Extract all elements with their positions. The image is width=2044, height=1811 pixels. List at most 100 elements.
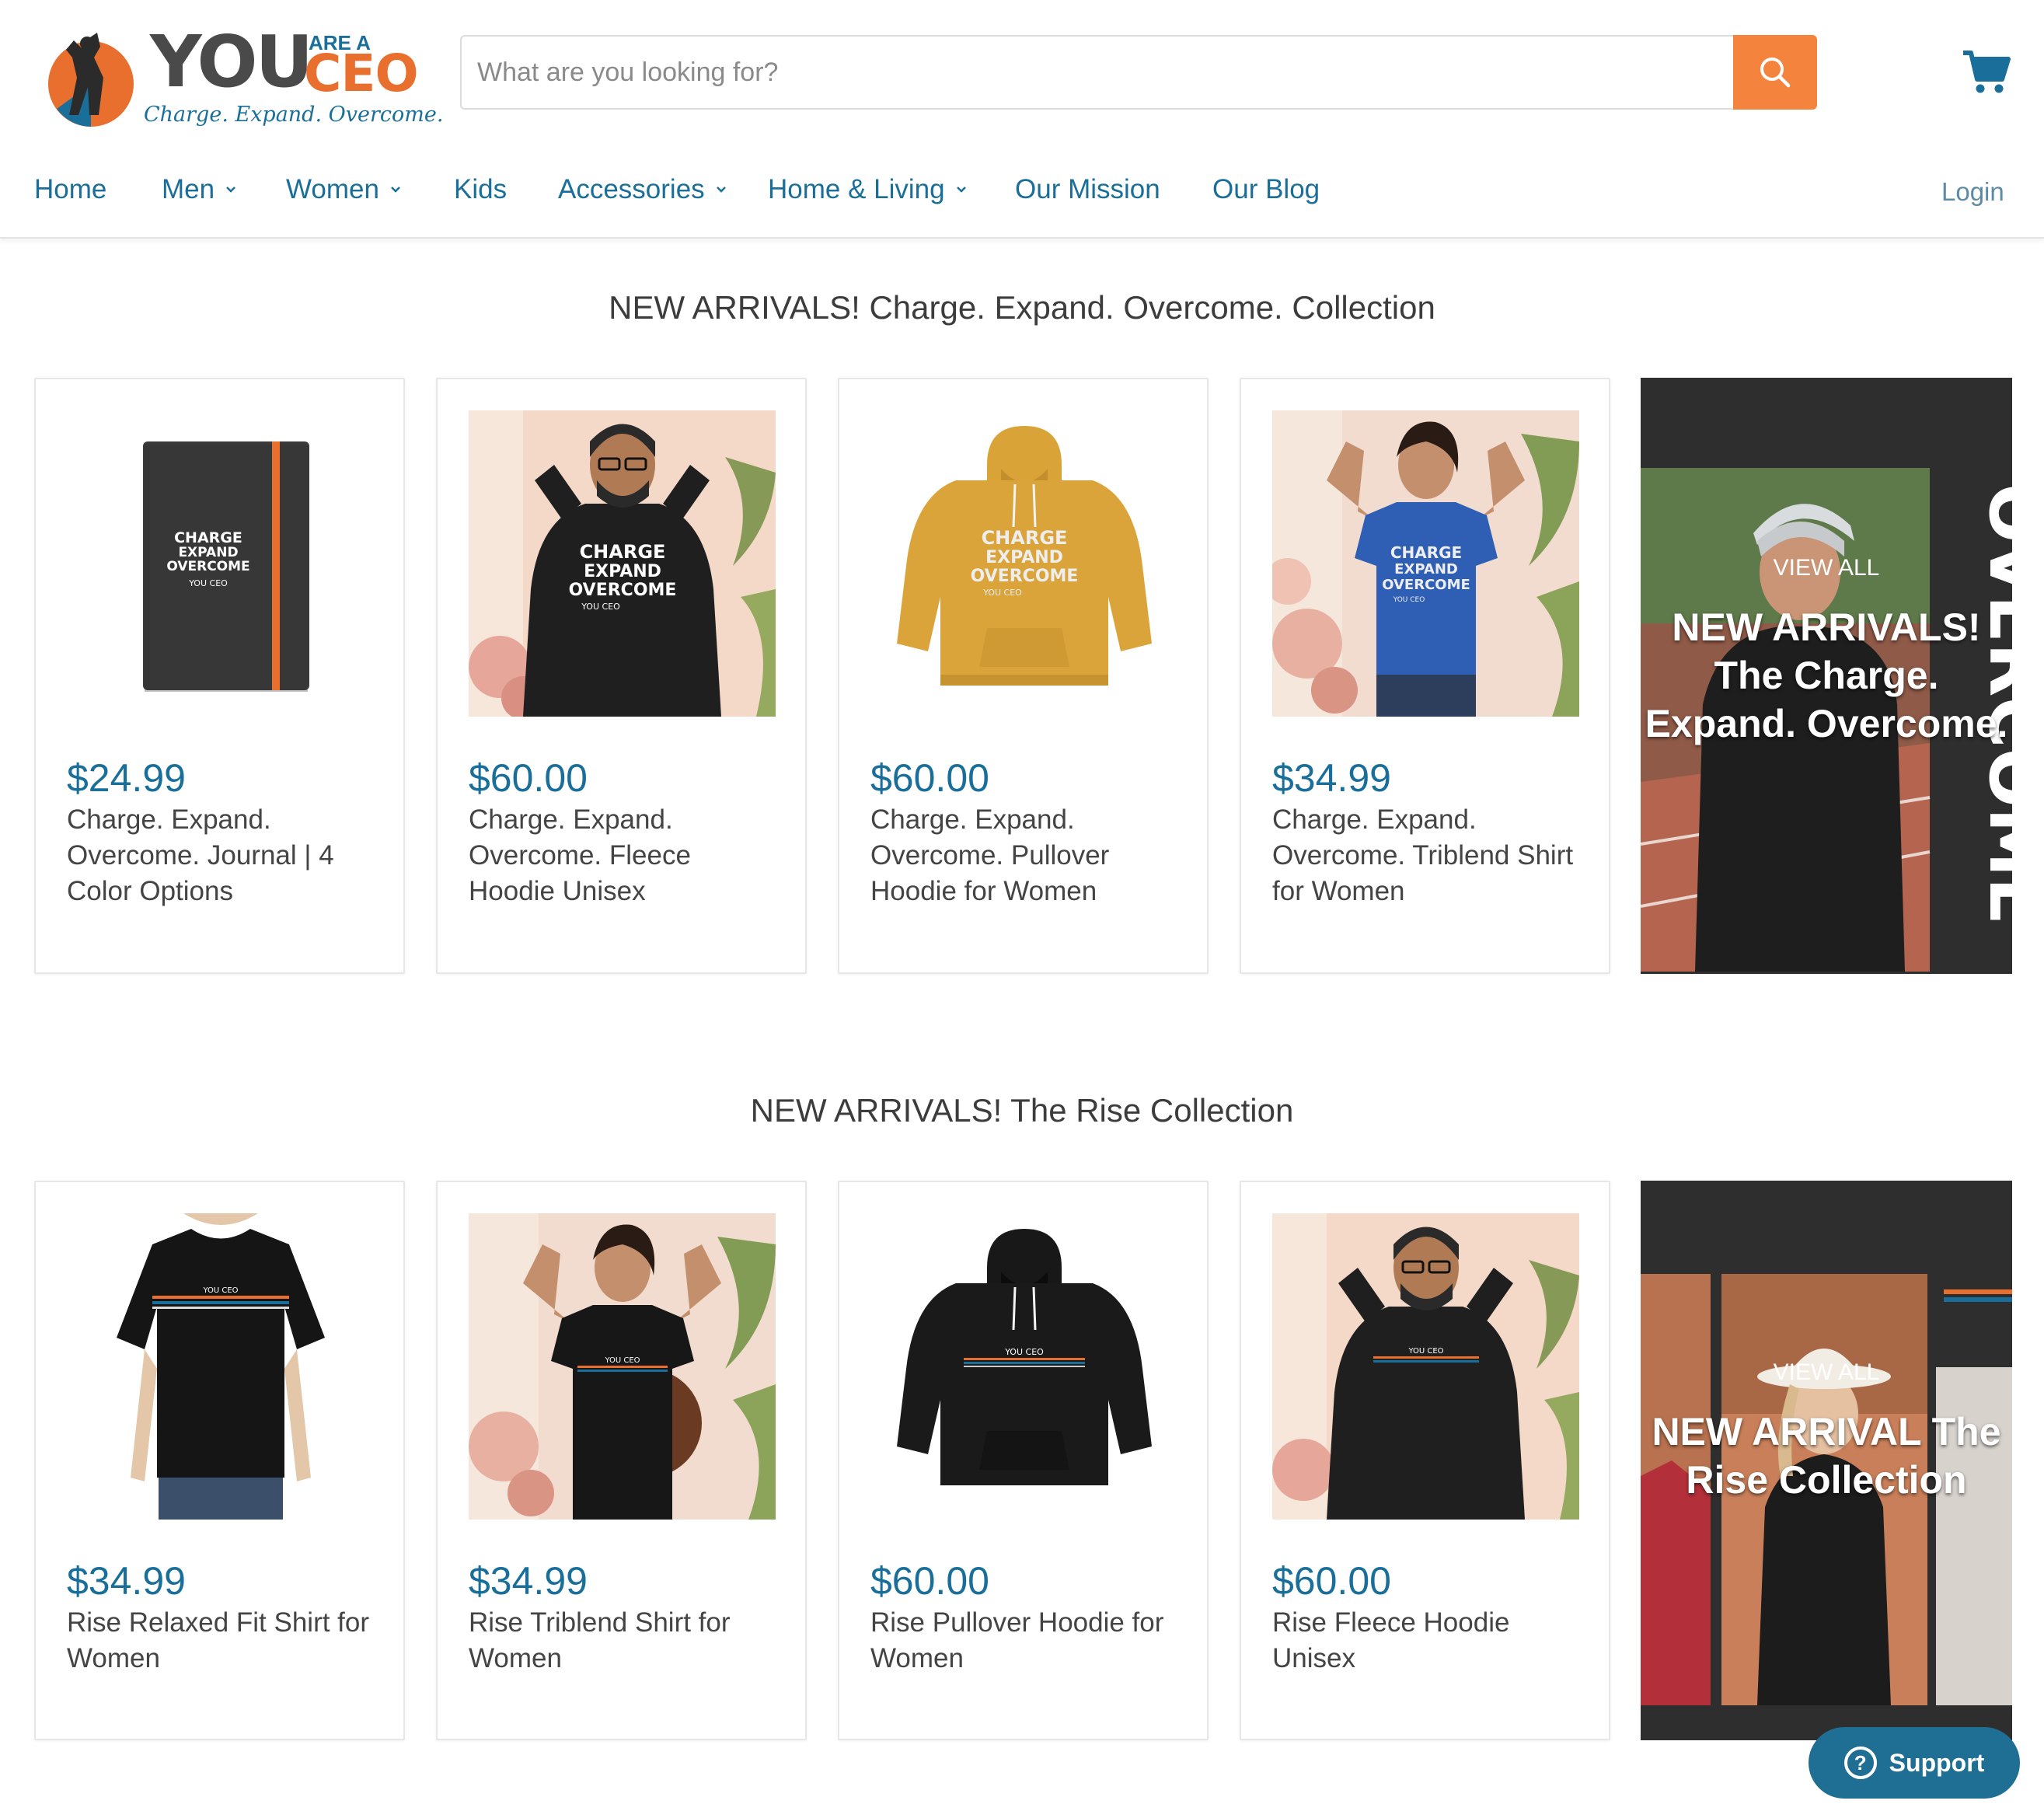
- view-all-link[interactable]: VIEW ALL: [1641, 555, 2012, 581]
- print-line2: EXPAND: [985, 548, 1063, 567]
- print-line1: CHARGE: [982, 527, 1068, 549]
- print-line3: OVERCOME: [971, 567, 1079, 586]
- print-brand: YOU CEO: [581, 602, 620, 612]
- product-image-mustard-hoodie[interactable]: CHARGE EXPAND OVERCOME YOU CEO: [870, 410, 1177, 717]
- product-image-woman-blue-shirt[interactable]: CHARGE EXPAND OVERCOME YOU CEO: [1272, 410, 1579, 717]
- product-price: $34.99: [67, 1559, 186, 1603]
- search-bar: [460, 35, 1817, 110]
- product-price: $34.99: [469, 1559, 588, 1603]
- woman-black-shirt-illustration: YOU CEO: [469, 1213, 776, 1520]
- chevron-down-icon: [226, 187, 235, 193]
- print-line1: CHARGE: [580, 541, 666, 563]
- nav-our-mission-label: Our Mission: [1015, 174, 1160, 204]
- print-line2: EXPAND: [178, 545, 238, 560]
- product-title[interactable]: Rise Pullover Hoodie for Women: [870, 1605, 1181, 1677]
- product-card[interactable]: YOU CEO $34.99 Rise Triblend Shirt for W…: [436, 1181, 807, 1740]
- product-card[interactable]: YOU CEO $34.99 Rise Relaxed Fit Shirt fo…: [34, 1181, 405, 1740]
- collection-promo-tile[interactable]: OVERCOME VIEW ALL NEW ARRIVALS! The Char…: [1641, 378, 2012, 974]
- nav-our-blog-label: Our Blog: [1212, 174, 1320, 204]
- product-card[interactable]: CHARGE EXPAND OVERCOME YOU CEO $60.00 Ch…: [436, 378, 807, 974]
- print-brand: YOU CEO: [1407, 1347, 1443, 1356]
- product-card[interactable]: YOU CEO $60.00 Rise Fleece Hoodie Unisex: [1240, 1181, 1610, 1740]
- promo-headline: NEW ARRIVAL The Rise Collection: [1652, 1410, 2001, 1502]
- print-line1: CHARGE: [1390, 543, 1462, 562]
- print-line3: OVERCOME: [569, 581, 677, 600]
- print-brand: YOU CEO: [982, 588, 1022, 598]
- nav-men[interactable]: Men: [162, 174, 236, 205]
- product-price: $24.99: [67, 756, 186, 800]
- product-title[interactable]: Charge. Expand. Overcome. Journal | 4 Co…: [67, 802, 378, 909]
- product-title[interactable]: Charge. Expand. Overcome. Triblend Shirt…: [1272, 802, 1583, 909]
- product-price: $34.99: [1272, 756, 1391, 800]
- search-button[interactable]: [1733, 35, 1817, 110]
- login-link[interactable]: Login: [1941, 177, 2004, 207]
- print-line3: OVERCOME: [1382, 577, 1470, 593]
- product-card[interactable]: CHARGE EXPAND OVERCOME YOU CEO $60.00 Ch…: [838, 378, 1209, 974]
- man-hoodie-illustration: CHARGE EXPAND OVERCOME YOU CEO: [469, 410, 776, 717]
- product-image-woman-black-tee[interactable]: YOU CEO: [67, 1213, 374, 1520]
- print-brand: YOU CEO: [202, 1286, 238, 1295]
- cart-icon[interactable]: [1962, 47, 2011, 96]
- nav-kids-label: Kids: [454, 174, 508, 204]
- product-image-woman-black-shirt[interactable]: YOU CEO: [469, 1213, 776, 1520]
- search-input[interactable]: [477, 37, 1627, 108]
- nav-home-living[interactable]: Home & Living: [768, 174, 967, 205]
- support-label: Support: [1889, 1748, 1985, 1777]
- logo-tagline: Charge. Expand. Overcome.: [144, 103, 444, 127]
- man-hoodie-rise-illustration: YOU CEO: [1272, 1213, 1579, 1520]
- woman-tee-illustration: YOU CEO: [67, 1213, 374, 1520]
- product-price: $60.00: [1272, 1559, 1391, 1603]
- product-title[interactable]: Charge. Expand. Overcome. Fleece Hoodie …: [469, 802, 780, 909]
- collection-promo-tile[interactable]: VIEW ALL NEW ARRIVAL The Rise Collection: [1641, 1181, 2012, 1740]
- journal-illustration: CHARGE EXPAND OVERCOME YOU CEO: [67, 410, 374, 717]
- product-image-black-hoodie[interactable]: YOU CEO: [870, 1213, 1177, 1520]
- nav-kids[interactable]: Kids: [454, 174, 507, 205]
- search-icon: [1760, 58, 1791, 88]
- product-card[interactable]: CHARGE EXPAND OVERCOME YOU CEO $34.99 Ch…: [1240, 378, 1610, 974]
- black-hoodie-illustration: YOU CEO: [870, 1213, 1177, 1520]
- woman-blue-shirt-illustration: CHARGE EXPAND OVERCOME YOU CEO: [1272, 410, 1579, 717]
- print-brand: YOU CEO: [188, 578, 228, 588]
- nav-accessories-label: Accessories: [558, 174, 705, 204]
- print-line3: OVERCOME: [166, 559, 249, 574]
- promo-headline: NEW ARRIVALS! The Charge. Expand. Overco…: [1645, 605, 2008, 745]
- nav-home[interactable]: Home: [34, 174, 106, 205]
- chevron-down-icon: [716, 187, 726, 193]
- help-icon: ?: [1843, 1746, 1877, 1779]
- site-logo[interactable]: YOU ARE A CEO Charge. Expand. Overcome.: [35, 16, 443, 132]
- product-image-man-hoodie[interactable]: CHARGE EXPAND OVERCOME YOU CEO: [469, 410, 776, 717]
- print-brand: YOU CEO: [1004, 1347, 1044, 1357]
- section-title: NEW ARRIVALS! Charge. Expand. Overcome. …: [609, 289, 1435, 326]
- main-nav: Home Men Women Kids Accessories Home & L…: [0, 165, 2044, 219]
- nav-accessories[interactable]: Accessories: [558, 174, 727, 205]
- logo-ceo-text: CEO: [304, 44, 419, 103]
- nav-home-label: Home: [34, 174, 107, 204]
- nav-men-label: Men: [162, 174, 215, 204]
- chevron-down-icon: [391, 187, 400, 193]
- product-title[interactable]: Rise Fleece Hoodie Unisex: [1272, 1605, 1583, 1677]
- print-line2: EXPAND: [1394, 561, 1458, 577]
- print-line2: EXPAND: [584, 562, 661, 581]
- print-brand: YOU CEO: [604, 1356, 640, 1365]
- product-price: $60.00: [870, 756, 989, 800]
- product-image-man-hoodie-rise[interactable]: YOU CEO: [1272, 1213, 1579, 1520]
- product-title[interactable]: Charge. Expand. Overcome. Pullover Hoodi…: [870, 802, 1181, 909]
- view-all-link[interactable]: VIEW ALL: [1641, 1359, 2012, 1386]
- product-card[interactable]: YOU CEO $60.00 Rise Pullover Hoodie for …: [838, 1181, 1209, 1740]
- chevron-down-icon: [956, 187, 966, 193]
- support-button[interactable]: ? Support: [1809, 1727, 2020, 1799]
- nav-our-blog[interactable]: Our Blog: [1212, 174, 1320, 205]
- print-brand: YOU CEO: [1393, 596, 1425, 604]
- product-title[interactable]: Rise Triblend Shirt for Women: [469, 1605, 780, 1677]
- product-price: $60.00: [870, 1559, 989, 1603]
- nav-women[interactable]: Women: [286, 174, 401, 205]
- mustard-hoodie-illustration: CHARGE EXPAND OVERCOME YOU CEO: [870, 410, 1177, 717]
- nav-our-mission[interactable]: Our Mission: [1015, 174, 1160, 205]
- nav-women-label: Women: [286, 174, 379, 204]
- product-card[interactable]: CHARGE EXPAND OVERCOME YOU CEO $24.99 Ch…: [34, 378, 405, 974]
- product-price: $60.00: [469, 756, 588, 800]
- nav-home-living-label: Home & Living: [768, 174, 945, 204]
- print-line1: CHARGE: [174, 529, 242, 546]
- product-title[interactable]: Rise Relaxed Fit Shirt for Women: [67, 1605, 378, 1677]
- product-image-journal[interactable]: CHARGE EXPAND OVERCOME YOU CEO: [67, 410, 374, 717]
